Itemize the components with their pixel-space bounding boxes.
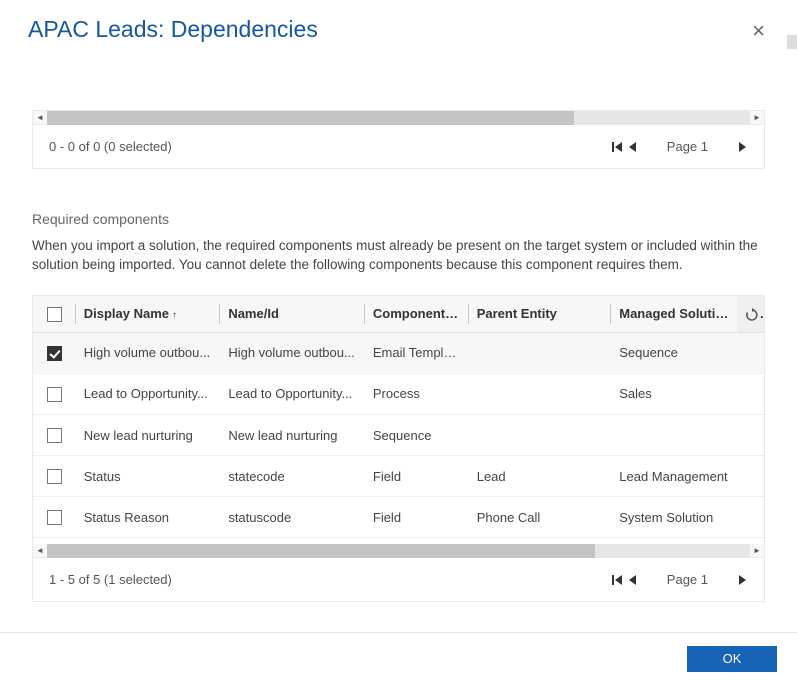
cell-name-id: High volume outbou...	[220, 332, 365, 373]
cell-managed-solution: System Solution	[611, 497, 737, 538]
upper-pager-status: 0 - 0 of 0 (0 selected)	[49, 139, 172, 154]
scroll-track[interactable]	[47, 111, 750, 125]
row-checkbox[interactable]	[47, 346, 62, 361]
dialog-vertical-scrollbar[interactable]	[787, 35, 797, 684]
table-row[interactable]: StatusstatecodeFieldLeadLead Management	[33, 456, 764, 497]
upper-page-label: Page 1	[667, 139, 708, 154]
upper-horizontal-scrollbar[interactable]: ◄ ►	[33, 111, 764, 125]
col-display-name[interactable]: Display Name↑	[76, 296, 221, 333]
lower-pager-status: 1 - 5 of 5 (1 selected)	[49, 572, 172, 587]
cell-spacer	[737, 497, 764, 538]
dialog-title: APAC Leads: Dependencies	[28, 16, 318, 43]
cell-spacer	[737, 456, 764, 497]
cell-component-type: Email Template	[365, 332, 469, 373]
cell-name-id: Lead to Opportunity...	[220, 373, 365, 414]
scroll-right-icon[interactable]: ►	[750, 111, 764, 125]
cell-component-type: Process	[365, 373, 469, 414]
upper-pager: 0 - 0 of 0 (0 selected) Page 1	[33, 125, 764, 168]
upper-pager-controls: Page 1	[611, 139, 748, 154]
cell-managed-solution: Lead Management	[611, 456, 737, 497]
row-checkbox[interactable]	[47, 510, 62, 525]
cell-component-type: Sequence	[365, 414, 469, 455]
cell-display-name: High volume outbou...	[76, 332, 221, 373]
prev-page-icon[interactable]	[627, 140, 639, 154]
scroll-left-icon[interactable]: ◄	[33, 544, 47, 558]
cell-display-name: Status Reason	[76, 497, 221, 538]
table-row[interactable]: Status ReasonstatuscodeFieldPhone CallSy…	[33, 497, 764, 538]
col-parent-entity[interactable]: Parent Entity	[469, 296, 612, 333]
scroll-track[interactable]	[47, 544, 750, 558]
dialog-footer: OK	[0, 632, 797, 684]
row-checkbox[interactable]	[47, 387, 62, 402]
upper-grid-panel: ◄ ► 0 - 0 of 0 (0 selected)	[32, 110, 765, 169]
cell-managed-solution	[611, 414, 737, 455]
col-display-name-label: Display Name	[84, 306, 169, 321]
first-page-icon[interactable]	[611, 140, 625, 154]
col-component-type[interactable]: Component T...	[365, 296, 469, 333]
cell-parent-entity	[469, 332, 612, 373]
refresh-column[interactable]	[737, 296, 764, 333]
table-row[interactable]: Lead to Opportunity...Lead to Opportunit…	[33, 373, 764, 414]
cell-parent-entity: Lead	[469, 456, 612, 497]
cell-parent-entity	[469, 373, 612, 414]
table-row[interactable]: New lead nurturingNew lead nurturingSequ…	[33, 414, 764, 455]
cell-display-name: New lead nurturing	[76, 414, 221, 455]
dialog-header: APAC Leads: Dependencies ×	[0, 0, 797, 46]
dependencies-dialog: APAC Leads: Dependencies × ◄ ► 0 - 0 of …	[0, 0, 797, 684]
select-all-checkbox[interactable]	[47, 307, 62, 322]
cell-parent-entity	[469, 414, 612, 455]
row-checkbox[interactable]	[47, 428, 62, 443]
col-name-id[interactable]: Name/Id	[220, 296, 365, 333]
cell-component-type: Field	[365, 497, 469, 538]
ok-button[interactable]: OK	[687, 646, 777, 672]
table-row[interactable]: High volume outbou...High volume outbou.…	[33, 332, 764, 373]
refresh-icon[interactable]	[745, 306, 759, 321]
section-heading: Required components	[32, 211, 765, 227]
prev-page-icon[interactable]	[627, 573, 639, 587]
scroll-thumb[interactable]	[47, 544, 595, 558]
row-checkbox[interactable]	[47, 469, 62, 484]
sort-ascending-icon: ↑	[172, 310, 177, 321]
cell-spacer	[737, 373, 764, 414]
cell-name-id: statuscode	[220, 497, 365, 538]
first-page-icon[interactable]	[611, 573, 625, 587]
scroll-right-icon[interactable]: ►	[750, 544, 764, 558]
cell-display-name: Status	[76, 456, 221, 497]
cell-component-type: Field	[365, 456, 469, 497]
lower-pager: 1 - 5 of 5 (1 selected) Page 1	[33, 558, 764, 601]
cell-managed-solution: Sequence	[611, 332, 737, 373]
scroll-left-icon[interactable]: ◄	[33, 111, 47, 125]
cell-name-id: statecode	[220, 456, 365, 497]
close-icon[interactable]: ×	[744, 16, 773, 46]
cell-managed-solution: Sales	[611, 373, 737, 414]
lower-horizontal-scrollbar[interactable]: ◄ ►	[33, 544, 764, 558]
next-page-icon[interactable]	[736, 573, 748, 587]
col-managed-solution[interactable]: Managed Solution	[611, 296, 737, 333]
components-table: Display Name↑ Name/Id Component T... Par…	[33, 296, 764, 538]
cell-display-name: Lead to Opportunity...	[76, 373, 221, 414]
select-all-header[interactable]	[33, 296, 76, 333]
cell-parent-entity: Phone Call	[469, 497, 612, 538]
lower-page-label: Page 1	[667, 572, 708, 587]
cell-spacer	[737, 414, 764, 455]
next-page-icon[interactable]	[736, 140, 748, 154]
cell-spacer	[737, 332, 764, 373]
section-description: When you import a solution, the required…	[32, 237, 765, 275]
scroll-thumb[interactable]	[47, 111, 574, 125]
lower-pager-controls: Page 1	[611, 572, 748, 587]
components-grid-panel: Display Name↑ Name/Id Component T... Par…	[32, 295, 765, 602]
dialog-body: ◄ ► 0 - 0 of 0 (0 selected)	[0, 60, 797, 632]
cell-name-id: New lead nurturing	[220, 414, 365, 455]
